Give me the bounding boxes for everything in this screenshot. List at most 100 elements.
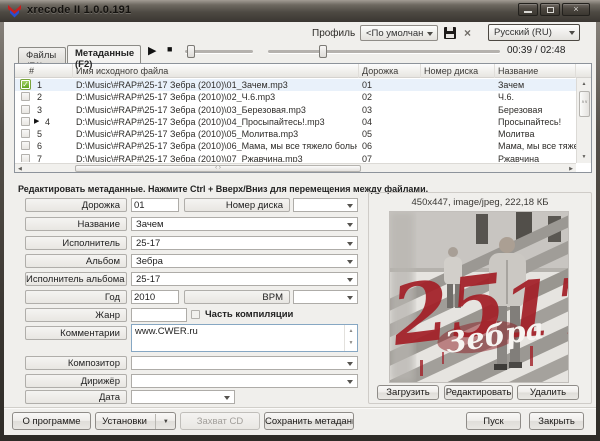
- table-row[interactable]: 6 D:\Music\#RAP#\25-17 Зебра (2010)\06_М…: [15, 140, 576, 152]
- horizontal-scroll-thumb[interactable]: ‹ ›: [75, 165, 361, 172]
- conductor-select[interactable]: [131, 374, 358, 388]
- artist-label-button[interactable]: Исполнитель: [25, 236, 127, 250]
- titlebar[interactable]: xrecode II 1.0.0.191 ×: [0, 0, 600, 22]
- close-button[interactable]: ×: [562, 3, 590, 16]
- row-title: Мама, мы все тяжело больны: [498, 141, 576, 151]
- seek-slider-handle[interactable]: [319, 45, 327, 58]
- horizontal-scrollbar[interactable]: ◀ ‹ › ▶: [15, 163, 576, 172]
- profile-select[interactable]: <По умолчанию>: [360, 25, 438, 41]
- row-track: 06: [362, 141, 420, 151]
- col-header-disc[interactable]: Номер диска: [421, 64, 495, 78]
- composer-select[interactable]: [131, 356, 358, 370]
- genre-input[interactable]: [131, 308, 187, 322]
- rip-cd-button: Захват CD: [180, 412, 260, 430]
- delete-profile-icon[interactable]: ×: [464, 26, 471, 40]
- table-row[interactable]: 5 D:\Music\#RAP#\25-17 Зебра (2010)\05_М…: [15, 128, 576, 140]
- start-button[interactable]: Пуск: [466, 412, 521, 430]
- scroll-up-icon[interactable]: ▲: [349, 328, 354, 334]
- play-icon[interactable]: ▶: [148, 44, 156, 57]
- scroll-right-icon[interactable]: ▶: [569, 166, 573, 172]
- vertical-scroll-thumb[interactable]: ∧∨: [579, 91, 590, 117]
- bpm-label-button[interactable]: BPM: [184, 290, 290, 304]
- row-checkbox[interactable]: [21, 154, 30, 162]
- minimize-button[interactable]: [518, 3, 538, 16]
- row-index: 2: [37, 92, 57, 102]
- chevron-down-icon: [427, 32, 433, 39]
- date-label-button[interactable]: Дата: [25, 390, 127, 404]
- album-label-button[interactable]: Альбом: [25, 254, 127, 268]
- seek-slider-track[interactable]: [268, 50, 500, 53]
- comments-scrollbar[interactable]: ▲▼: [344, 325, 357, 351]
- table-row[interactable]: 2 D:\Music\#RAP#\25-17 Зебра (2010)\02_Ч…: [15, 91, 576, 103]
- chevron-down-icon: ▼: [155, 414, 169, 430]
- table-row[interactable]: ✓ 1 D:\Music\#RAP#\25-17 Зебра (2010)\01…: [15, 79, 576, 91]
- row-index: 7: [37, 154, 57, 162]
- title-label-button[interactable]: Название: [25, 217, 127, 231]
- about-button[interactable]: О программе: [12, 412, 91, 430]
- row-checkbox[interactable]: [21, 117, 30, 126]
- date-select[interactable]: [131, 390, 235, 404]
- album-artist-label-button[interactable]: Исполнитель альбома: [25, 272, 127, 286]
- album-select[interactable]: Зебра: [131, 254, 358, 268]
- compilation-checkbox[interactable]: [191, 310, 200, 319]
- volume-slider-handle[interactable]: [187, 45, 195, 58]
- scroll-left-icon[interactable]: ◀: [18, 166, 22, 172]
- row-filename: D:\Music\#RAP#\25-17 Зебра (2010)\07_Ржа…: [76, 154, 357, 162]
- row-checkbox[interactable]: ✓: [21, 80, 30, 89]
- comments-label-button[interactable]: Комментарии: [25, 326, 127, 340]
- album-artist-select[interactable]: 25-17: [131, 272, 358, 286]
- volume-slider-track[interactable]: [185, 50, 253, 53]
- chevron-down-icon: [347, 380, 353, 387]
- tab-files[interactable]: Файлы (F1): [18, 47, 66, 63]
- playback-time: 00:39 / 02:48: [507, 45, 565, 56]
- title-select[interactable]: Зачем: [131, 217, 358, 231]
- table-body: ✓ 1 D:\Music\#RAP#\25-17 Зебра (2010)\01…: [15, 79, 576, 162]
- disc-number-select[interactable]: [293, 198, 358, 212]
- col-header-title[interactable]: Название: [495, 64, 576, 78]
- save-profile-icon[interactable]: [444, 27, 456, 39]
- composer-label-button[interactable]: Композитор: [25, 356, 127, 370]
- conductor-label-button[interactable]: Дирижёр: [25, 374, 127, 388]
- row-checkbox[interactable]: [21, 105, 30, 114]
- save-metadata-button[interactable]: Сохранить метаданные: [264, 412, 354, 430]
- footer-divider: [4, 407, 596, 409]
- table-row[interactable]: 3 D:\Music\#RAP#\25-17 Зебра (2010)\03_Б…: [15, 104, 576, 116]
- artwork-load-button[interactable]: Загрузить: [377, 385, 439, 400]
- scroll-up-icon[interactable]: ▲: [577, 81, 591, 87]
- artwork-edit-button[interactable]: Редактировать: [444, 385, 513, 400]
- settings-button[interactable]: Установки▼: [95, 412, 176, 430]
- track-label-button[interactable]: Дорожка: [25, 198, 127, 212]
- row-checkbox[interactable]: [21, 129, 30, 138]
- disc-number-label-button[interactable]: Номер диска: [184, 198, 290, 212]
- table-row[interactable]: 7 D:\Music\#RAP#\25-17 Зебра (2010)\07_Р…: [15, 153, 576, 162]
- track-input[interactable]: [131, 198, 179, 212]
- maximize-icon: [547, 7, 554, 13]
- scroll-down-icon[interactable]: ▼: [577, 154, 591, 160]
- col-header-filename[interactable]: Имя исходного файла: [73, 64, 359, 78]
- tab-metadata[interactable]: Метаданные (F2): [67, 45, 141, 63]
- row-track: 01: [362, 80, 420, 90]
- compilation-label: Часть компиляции: [205, 309, 293, 320]
- comments-textarea[interactable]: www.CWER.ru: [132, 325, 344, 351]
- col-header-index[interactable]: #: [15, 64, 73, 78]
- artwork-info: 450x447, image/jpeg, 222,18 КБ: [369, 197, 591, 208]
- scroll-down-icon[interactable]: ▼: [349, 340, 354, 346]
- chevron-down-icon: [347, 204, 353, 211]
- artwork-delete-button[interactable]: Удалить: [517, 385, 579, 400]
- year-input[interactable]: [131, 290, 179, 304]
- row-checkbox[interactable]: [21, 92, 30, 101]
- row-index: 6: [37, 141, 57, 151]
- genre-label-button[interactable]: Жанр: [25, 308, 127, 322]
- year-label-button[interactable]: Год: [25, 290, 127, 304]
- artist-select[interactable]: 25-17: [131, 236, 358, 250]
- close-window-button[interactable]: Закрыть: [529, 412, 584, 430]
- bpm-select[interactable]: [293, 290, 358, 304]
- maximize-button[interactable]: [540, 3, 560, 16]
- row-checkbox[interactable]: [21, 141, 30, 150]
- table-row[interactable]: ▶ 4 D:\Music\#RAP#\25-17 Зебра (2010)\04…: [15, 116, 576, 128]
- stop-icon[interactable]: ■: [167, 44, 172, 54]
- language-select[interactable]: Русский (RU): [488, 24, 580, 41]
- col-header-track[interactable]: Дорожка: [359, 64, 421, 78]
- vertical-scrollbar[interactable]: ▲ ∧∨ ▼: [576, 78, 591, 163]
- row-track: 02: [362, 92, 420, 102]
